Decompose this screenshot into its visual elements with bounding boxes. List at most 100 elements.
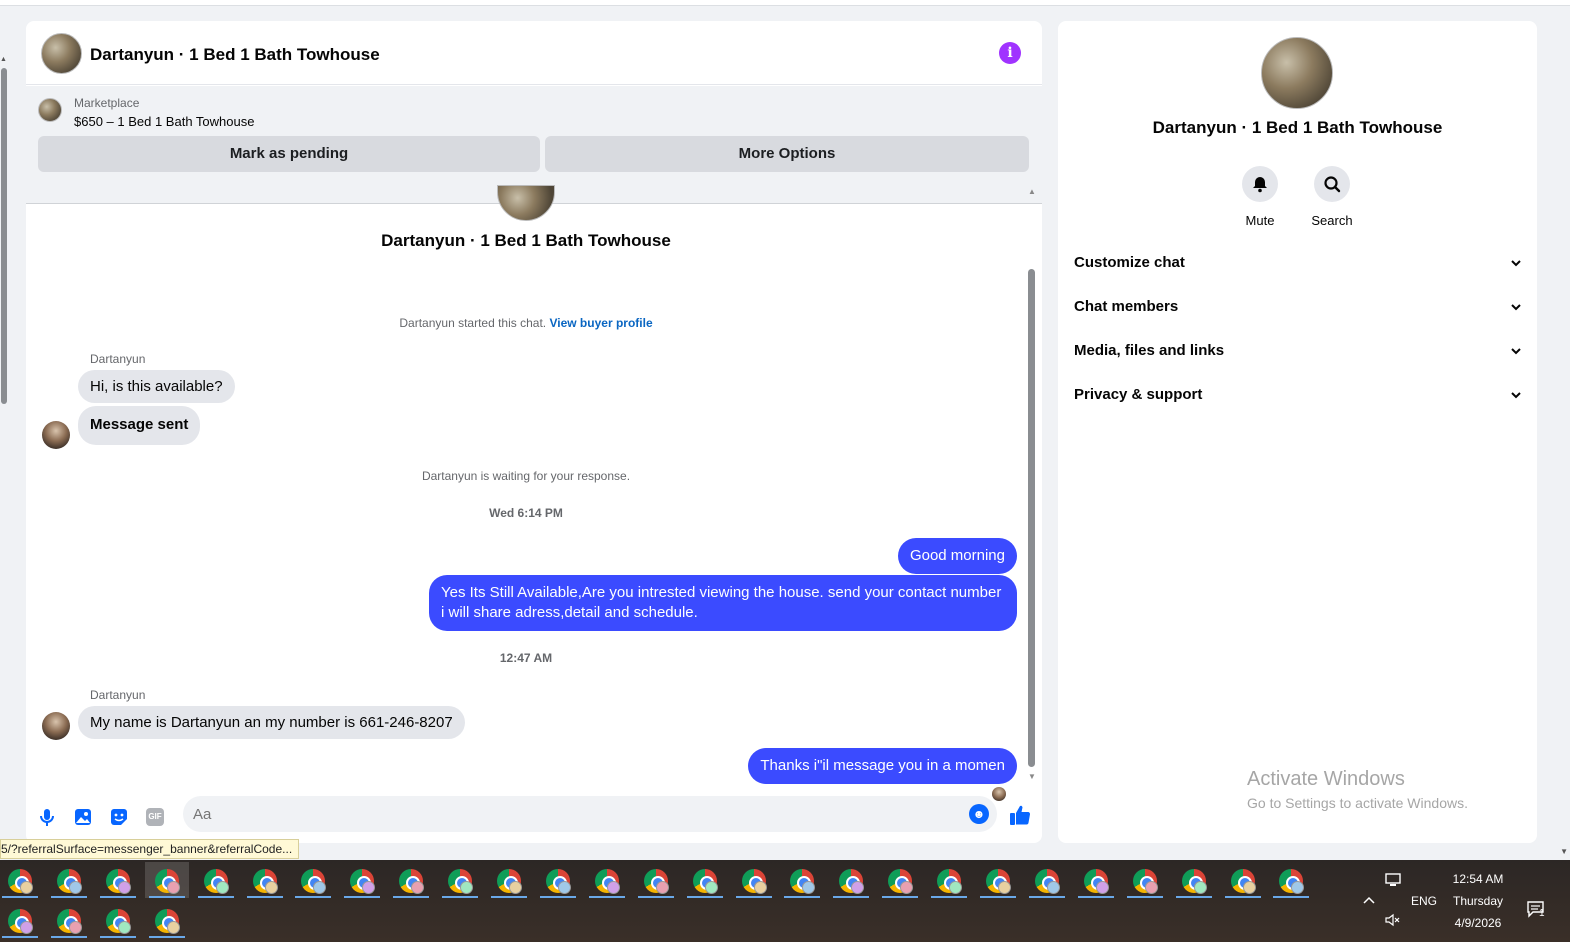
view-buyer-profile-link[interactable]: View buyer profile <box>549 316 652 330</box>
taskbar-chrome-app[interactable] <box>47 902 91 938</box>
section-chat-members[interactable]: Chat members <box>1074 298 1521 322</box>
profile-badge-icon <box>949 881 963 894</box>
taskbar-chrome-app[interactable] <box>780 862 824 898</box>
scroll-down-arrow-icon[interactable]: ▼ <box>1028 772 1036 781</box>
taskbar-chrome-app[interactable] <box>438 862 482 898</box>
taskbar-chrome-app[interactable] <box>585 862 629 898</box>
section-privacy-support[interactable]: Privacy & support <box>1074 386 1521 410</box>
running-indicator <box>393 896 430 898</box>
taskbar-chrome-app[interactable] <box>0 862 42 898</box>
running-indicator <box>148 896 185 898</box>
chat-title[interactable]: Dartanyun · 1 Bed 1 Bath Towhouse <box>90 45 380 65</box>
listing-thumbnail[interactable] <box>38 98 62 122</box>
profile-badge-icon <box>68 921 82 934</box>
outgoing-message[interactable]: Thanks i"il message you in a momen <box>748 748 1017 784</box>
profile-badge-icon <box>166 881 180 894</box>
taskbar-chrome-app[interactable] <box>1269 862 1313 898</box>
taskbar-chrome-app[interactable] <box>732 862 776 898</box>
scroll-up-arrow-icon[interactable]: ▲ <box>0 56 7 63</box>
clock-time[interactable]: 12:54 AM <box>1440 872 1516 886</box>
sticker-icon[interactable] <box>108 806 130 828</box>
taskbar-chrome-app[interactable] <box>194 862 238 898</box>
network-icon[interactable] <box>1384 872 1404 891</box>
photo-icon[interactable] <box>72 806 94 828</box>
page-scrollbar-thumb[interactable] <box>1 68 7 404</box>
chat-avatar[interactable] <box>41 33 82 74</box>
taskbar-chrome-app[interactable] <box>1221 862 1265 898</box>
taskbar-chrome-app[interactable] <box>144 862 189 898</box>
profile-badge-icon <box>117 881 131 894</box>
running-indicator <box>246 896 283 898</box>
search-button[interactable]: Search <box>1302 166 1362 228</box>
message-scrollbar-thumb[interactable] <box>1028 269 1035 767</box>
taskbar-chrome-app[interactable] <box>536 862 580 898</box>
profile-avatar[interactable] <box>1261 37 1333 109</box>
profile-badge-icon <box>704 881 718 894</box>
show-hidden-icons-chevron-icon[interactable] <box>1362 892 1376 908</box>
taskbar-chrome-app[interactable] <box>1172 862 1216 898</box>
profile-badge-icon <box>20 881 33 894</box>
message-scrollbar[interactable]: ▲ ▼ <box>1026 187 1038 781</box>
taskbar-chrome-app[interactable] <box>1074 862 1118 898</box>
taskbar-chrome-app[interactable] <box>1025 862 1069 898</box>
taskbar-chrome-app[interactable] <box>878 862 922 898</box>
notification-center-icon[interactable]: 1 <box>1526 900 1546 921</box>
microphone-icon[interactable] <box>36 806 58 828</box>
section-media-files-links[interactable]: Media, files and links <box>1074 342 1521 366</box>
taskbar-chrome-app[interactable] <box>389 862 433 898</box>
taskbar-chrome-app[interactable] <box>0 902 42 938</box>
mute-button[interactable]: Mute <box>1230 166 1290 228</box>
taskbar-chrome-app[interactable] <box>47 862 91 898</box>
emoji-icon[interactable]: ☻ <box>969 804 989 824</box>
profile-badge-icon <box>998 881 1011 894</box>
taskbar-chrome-app[interactable] <box>1123 862 1167 898</box>
scroll-up-arrow-icon[interactable]: ▲ <box>1028 187 1036 196</box>
info-icon[interactable]: i <box>999 42 1021 64</box>
taskbar-chrome-app[interactable] <box>829 862 873 898</box>
clock-date[interactable]: 4/9/2026 <box>1440 916 1516 930</box>
profile-badge-icon <box>68 881 82 894</box>
profile-badge-icon <box>851 881 865 894</box>
gif-icon[interactable]: GIF <box>146 808 164 826</box>
profile-badge-icon <box>1193 881 1207 894</box>
taskbar-chrome-app[interactable] <box>145 902 189 938</box>
sender-avatar[interactable] <box>42 421 70 449</box>
incoming-message[interactable]: My name is Dartanyun an my number is 661… <box>78 706 465 739</box>
taskbar-chrome-app[interactable] <box>487 862 531 898</box>
clock-day[interactable]: Thursday <box>1440 894 1516 908</box>
incoming-message[interactable]: Message sent <box>78 406 201 445</box>
taskbar-chrome-app[interactable] <box>927 862 971 898</box>
profile-badge-icon <box>20 921 33 934</box>
message-input-wrapper: ☻ <box>183 796 997 832</box>
section-customize-chat[interactable]: Customize chat <box>1074 254 1521 278</box>
profile-badge-icon <box>1291 881 1305 894</box>
volume-muted-icon[interactable] <box>1384 912 1402 931</box>
listing-title[interactable]: $650 – 1 Bed 1 Bath Towhouse <box>74 114 254 129</box>
taskbar-chrome-app[interactable] <box>96 902 140 938</box>
page-scroll-down-arrow-icon[interactable]: ▼ <box>1560 847 1568 856</box>
taskbar-chrome-app[interactable] <box>976 862 1020 898</box>
page-scrollbar[interactable]: ▲ <box>0 56 8 406</box>
language-indicator[interactable]: ENG <box>1411 894 1437 908</box>
outgoing-message[interactable]: Good morning <box>897 538 1017 574</box>
taskbar-chrome-app[interactable] <box>291 862 335 898</box>
info-title: Dartanyun · 1 Bed 1 Bath Towhouse <box>1152 118 1443 137</box>
taskbar-chrome-app[interactable] <box>340 862 384 898</box>
sender-avatar[interactable] <box>42 712 70 740</box>
outgoing-message[interactable]: Yes Its Still Available,Are you intreste… <box>429 575 1017 631</box>
sender-name: Dartanyun <box>90 352 146 366</box>
message-timestamp: Wed 6:14 PM <box>489 506 563 520</box>
incoming-message[interactable]: Hi, is this available? <box>78 370 235 403</box>
taskbar-chrome-app[interactable] <box>243 862 287 898</box>
mark-as-pending-button[interactable]: Mark as pending <box>38 136 540 172</box>
running-indicator <box>686 896 723 898</box>
more-options-button[interactable]: More Options <box>545 136 1029 172</box>
notification-count: 1 <box>1539 908 1545 919</box>
message-input[interactable] <box>193 796 953 832</box>
taskbar-chrome-app[interactable] <box>96 862 140 898</box>
taskbar-chrome-app[interactable] <box>634 862 678 898</box>
taskbar-chrome-app[interactable] <box>683 862 727 898</box>
thumbs-up-icon[interactable] <box>1008 803 1032 827</box>
mute-label: Mute <box>1245 213 1275 228</box>
profile-badge-icon <box>1095 881 1109 894</box>
